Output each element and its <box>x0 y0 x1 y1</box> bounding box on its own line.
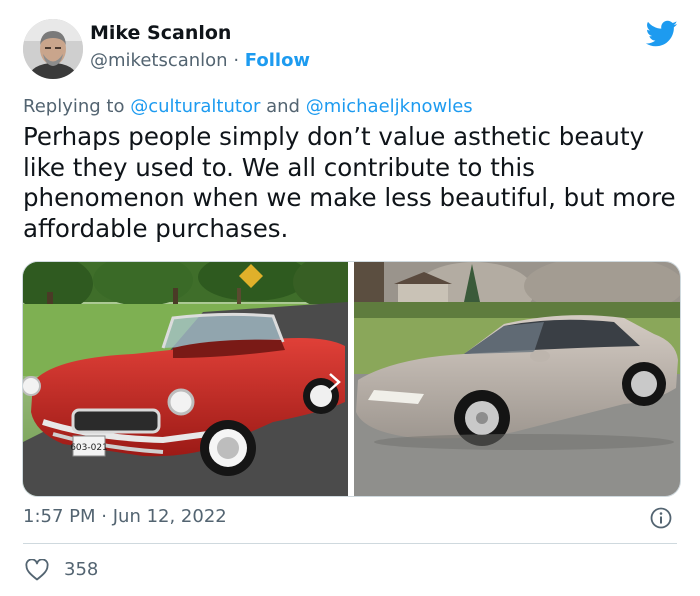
avatar[interactable] <box>23 19 83 79</box>
author-handle[interactable]: @miketscanlon <box>90 50 228 71</box>
heart-icon[interactable] <box>25 558 49 581</box>
photo-silver-coupe[interactable] <box>354 262 680 496</box>
author-name[interactable]: Mike Scanlon <box>90 22 231 44</box>
tweet-timestamp[interactable]: 1:57 PM · Jun 12, 2022 <box>23 506 227 527</box>
replying-conjunction: and <box>266 96 300 117</box>
author-handle-row: @miketscanlon · Follow <box>90 50 310 71</box>
mention-culturaltutor[interactable]: @culturaltutor <box>130 96 260 117</box>
tweet-date: Jun 12, 2022 <box>112 506 227 527</box>
info-icon[interactable] <box>650 507 672 529</box>
replying-prefix: Replying to <box>23 96 125 117</box>
media-grid: 603-021 <box>22 261 681 497</box>
like-count: 358 <box>64 559 99 580</box>
replying-to-line: Replying to @culturaltutor and @michaelj… <box>23 96 473 117</box>
tweet-time: 1:57 PM <box>23 506 96 527</box>
mention-michaeljknowles[interactable]: @michaeljknowles <box>306 96 473 117</box>
tweet-card: Mike Scanlon @miketscanlon · Follow Repl… <box>0 0 700 596</box>
follow-button[interactable]: Follow <box>245 50 310 71</box>
timestamp-separator: · <box>101 506 107 527</box>
twitter-bird-icon[interactable] <box>645 20 678 48</box>
tweet-text: Perhaps people simply don’t value asthet… <box>23 122 676 243</box>
handle-separator: · <box>233 50 240 71</box>
photo-red-convertible[interactable]: 603-021 <box>23 262 348 496</box>
footer-divider <box>23 543 677 544</box>
license-plate-text: 603-021 <box>70 443 108 453</box>
